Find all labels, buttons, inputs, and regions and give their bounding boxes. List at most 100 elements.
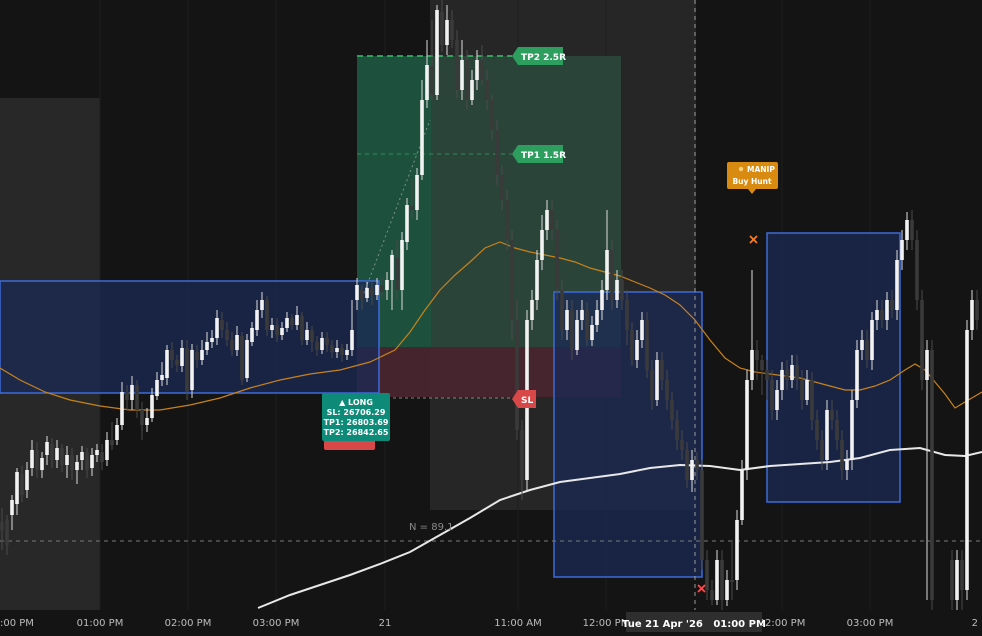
- candle: [880, 310, 884, 320]
- candle: [730, 580, 734, 582]
- candle: [845, 460, 849, 470]
- candle: [220, 320, 224, 330]
- candle: [670, 400, 674, 420]
- candle: [360, 290, 364, 300]
- candle: [200, 350, 204, 360]
- candle: [350, 330, 354, 350]
- candle: [550, 210, 554, 230]
- candle: [430, 66, 434, 95]
- candle: [180, 348, 184, 366]
- candle: [535, 260, 539, 300]
- tp1-tag-text: TP1 1.5R: [521, 151, 566, 161]
- n-level-label: N = 89.1: [409, 522, 453, 533]
- candle: [875, 310, 879, 320]
- candle: [570, 310, 574, 350]
- candle: [710, 590, 714, 600]
- candle: [290, 318, 294, 325]
- candle: [810, 380, 814, 420]
- candle: [585, 310, 589, 340]
- candle: [740, 470, 744, 520]
- candle: [415, 175, 419, 210]
- time-tick-label: :00 PM: [0, 618, 34, 629]
- candle: [325, 338, 329, 345]
- candle: [425, 65, 429, 100]
- flame-icon: [738, 166, 744, 172]
- candle: [0, 522, 4, 530]
- candle: [785, 370, 789, 380]
- candle: [170, 350, 174, 360]
- candle: [405, 205, 409, 242]
- candle: [465, 60, 469, 100]
- candle: [20, 474, 24, 495]
- candle: [195, 352, 199, 360]
- candle: [455, 40, 459, 90]
- candle: [145, 418, 149, 425]
- candle: [600, 290, 604, 310]
- candle: [925, 350, 929, 380]
- candle: [540, 230, 544, 260]
- candle: [225, 330, 229, 340]
- candle: [95, 450, 99, 455]
- candle: [680, 440, 684, 450]
- candle: [420, 100, 424, 175]
- candle: [780, 370, 784, 390]
- candle: [545, 210, 549, 230]
- candle: [975, 300, 979, 320]
- candle: [735, 520, 739, 580]
- candle: [720, 560, 724, 600]
- candle: [635, 340, 639, 360]
- time-tick-label: 11:00 AM: [494, 618, 541, 629]
- candle: [920, 300, 924, 380]
- candle: [230, 340, 234, 350]
- candle: [965, 330, 969, 590]
- candle: [270, 325, 274, 330]
- candle: [450, 20, 454, 40]
- trade-direction: ▲ LONG: [339, 398, 373, 407]
- candle: [175, 360, 179, 365]
- candle: [50, 444, 54, 460]
- candle: [495, 130, 499, 175]
- candle: [500, 175, 504, 200]
- candle: [100, 452, 104, 462]
- candle: [830, 410, 834, 420]
- candle: [340, 348, 344, 355]
- candle: [305, 330, 309, 340]
- candle: [330, 345, 334, 352]
- candle: [250, 328, 254, 342]
- candle: [685, 450, 689, 480]
- candle: [905, 220, 909, 240]
- chart-area[interactable]: TP2 2.5R TP1 1.5R SL ▲ LONG SL: 26706.29…: [0, 0, 982, 636]
- time-tick-label: 02:00 PM: [165, 618, 212, 629]
- candle: [815, 420, 819, 440]
- candle: [820, 440, 824, 460]
- candle: [255, 310, 259, 330]
- candle: [110, 440, 114, 445]
- candle: [530, 300, 534, 320]
- candle: [115, 425, 119, 440]
- candle: [10, 500, 14, 515]
- candle: [645, 320, 649, 370]
- candlestick-chart[interactable]: TP2 2.5R TP1 1.5R SL ▲ LONG SL: 26706.29…: [0, 0, 982, 636]
- crosshair-time-label: Tue 21 Apr '26 01:00 PM: [622, 619, 766, 630]
- candle: [715, 560, 719, 600]
- candle: [440, 12, 444, 45]
- candle: [555, 230, 559, 290]
- candle: [120, 392, 124, 425]
- candle: [605, 250, 609, 290]
- candle: [155, 380, 159, 396]
- candle: [260, 300, 264, 310]
- candle: [775, 390, 779, 410]
- candle: [160, 375, 164, 380]
- candle: [470, 80, 474, 100]
- candle: [700, 470, 704, 560]
- candle: [870, 320, 874, 360]
- tp1-tag: TP1 1.5R: [512, 145, 566, 163]
- sl-tag-text: SL: [521, 396, 533, 406]
- candle: [955, 560, 959, 600]
- candle: [125, 392, 129, 400]
- candle: [835, 420, 839, 440]
- candle: [950, 560, 954, 600]
- candle: [395, 258, 399, 290]
- candle: [185, 348, 189, 392]
- candle: [190, 350, 194, 390]
